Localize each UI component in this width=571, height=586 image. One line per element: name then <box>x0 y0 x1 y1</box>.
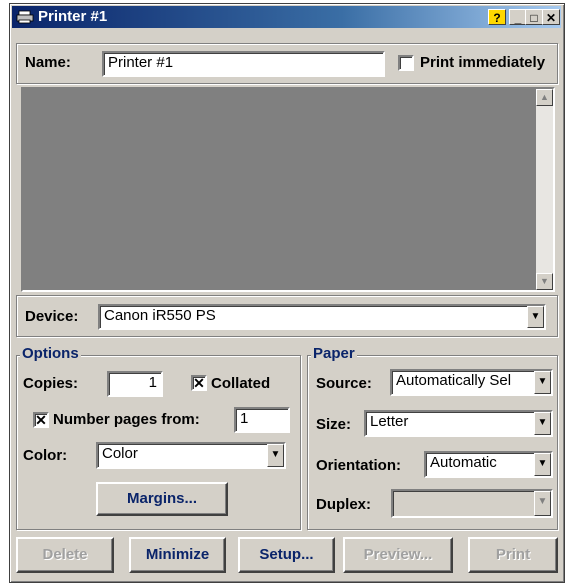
orientation-value: Automatic <box>430 454 497 471</box>
device-dropdown-icon[interactable]: ▼ <box>527 306 544 328</box>
scroll-up-icon[interactable]: ▲ <box>536 89 553 106</box>
orientation-label: Orientation: <box>316 457 401 474</box>
collated-checkbox[interactable]: ✕ <box>191 375 207 391</box>
margins-button[interactable]: Margins... <box>96 482 228 516</box>
size-select[interactable]: Letter ▼ <box>364 410 553 437</box>
number-pages-label: Number pages from: <box>53 411 200 428</box>
source-label: Source: <box>316 375 372 392</box>
orientation-select[interactable]: Automatic ▼ <box>424 451 553 478</box>
device-value: Canon iR550 PS <box>104 307 216 324</box>
printer-icon <box>16 10 34 24</box>
minimize-button[interactable]: Minimize <box>129 537 226 573</box>
printer-window: Printer #1 ? _ □ ✕ Name: Printer #1 Prin… <box>9 3 565 583</box>
color-select[interactable]: Color ▼ <box>96 442 286 469</box>
duplex-select[interactable]: ▼ <box>391 489 553 518</box>
source-value: Automatically Sel <box>396 372 512 389</box>
device-select[interactable]: Canon iR550 PS ▼ <box>98 304 546 330</box>
copies-input[interactable]: 1 <box>107 371 163 397</box>
delete-button[interactable]: Delete <box>16 537 114 573</box>
device-panel: Device: Canon iR550 PS ▼ <box>16 295 558 337</box>
copies-label: Copies: <box>23 375 79 392</box>
size-value: Letter <box>370 413 409 430</box>
scroll-down-icon[interactable]: ▼ <box>536 273 553 290</box>
size-label: Size: <box>316 416 352 433</box>
collated-label: Collated <box>211 375 271 392</box>
number-pages-input[interactable]: 1 <box>234 407 290 433</box>
color-label: Color: <box>23 447 68 464</box>
close-icon[interactable]: ✕ <box>542 9 560 25</box>
name-panel: Name: Printer #1 Print immediately <box>16 43 558 84</box>
device-label: Device: <box>25 308 79 325</box>
print-button[interactable]: Print <box>468 537 558 573</box>
setup-button[interactable]: Setup... <box>238 537 335 573</box>
name-input[interactable]: Printer #1 <box>102 51 385 77</box>
maximize-icon[interactable]: □ <box>525 9 543 25</box>
source-dropdown-icon[interactable]: ▼ <box>534 371 551 394</box>
options-group-title: Options <box>20 345 81 362</box>
print-immediately-checkbox[interactable] <box>398 55 414 71</box>
window-title: Printer #1 <box>38 8 108 25</box>
print-immediately-label: Print immediately <box>420 54 546 71</box>
preview-scrollbar[interactable]: ▲ ▼ <box>536 89 553 290</box>
color-value: Color <box>102 445 138 462</box>
print-preview-area: ▲ ▼ <box>21 87 555 292</box>
duplex-dropdown-icon[interactable]: ▼ <box>534 491 551 516</box>
paper-group-title: Paper <box>311 345 357 362</box>
duplex-label: Duplex: <box>316 496 372 513</box>
preview-button[interactable]: Preview... <box>343 537 453 573</box>
name-label: Name: <box>25 54 71 71</box>
orientation-dropdown-icon[interactable]: ▼ <box>534 453 551 476</box>
size-dropdown-icon[interactable]: ▼ <box>534 412 551 435</box>
color-dropdown-icon[interactable]: ▼ <box>267 444 284 467</box>
source-select[interactable]: Automatically Sel ▼ <box>390 369 553 396</box>
help-icon[interactable]: ? <box>488 9 506 25</box>
number-pages-checkbox[interactable]: ✕ <box>33 412 49 428</box>
title-bar[interactable]: Printer #1 ? _ □ ✕ <box>12 6 561 28</box>
